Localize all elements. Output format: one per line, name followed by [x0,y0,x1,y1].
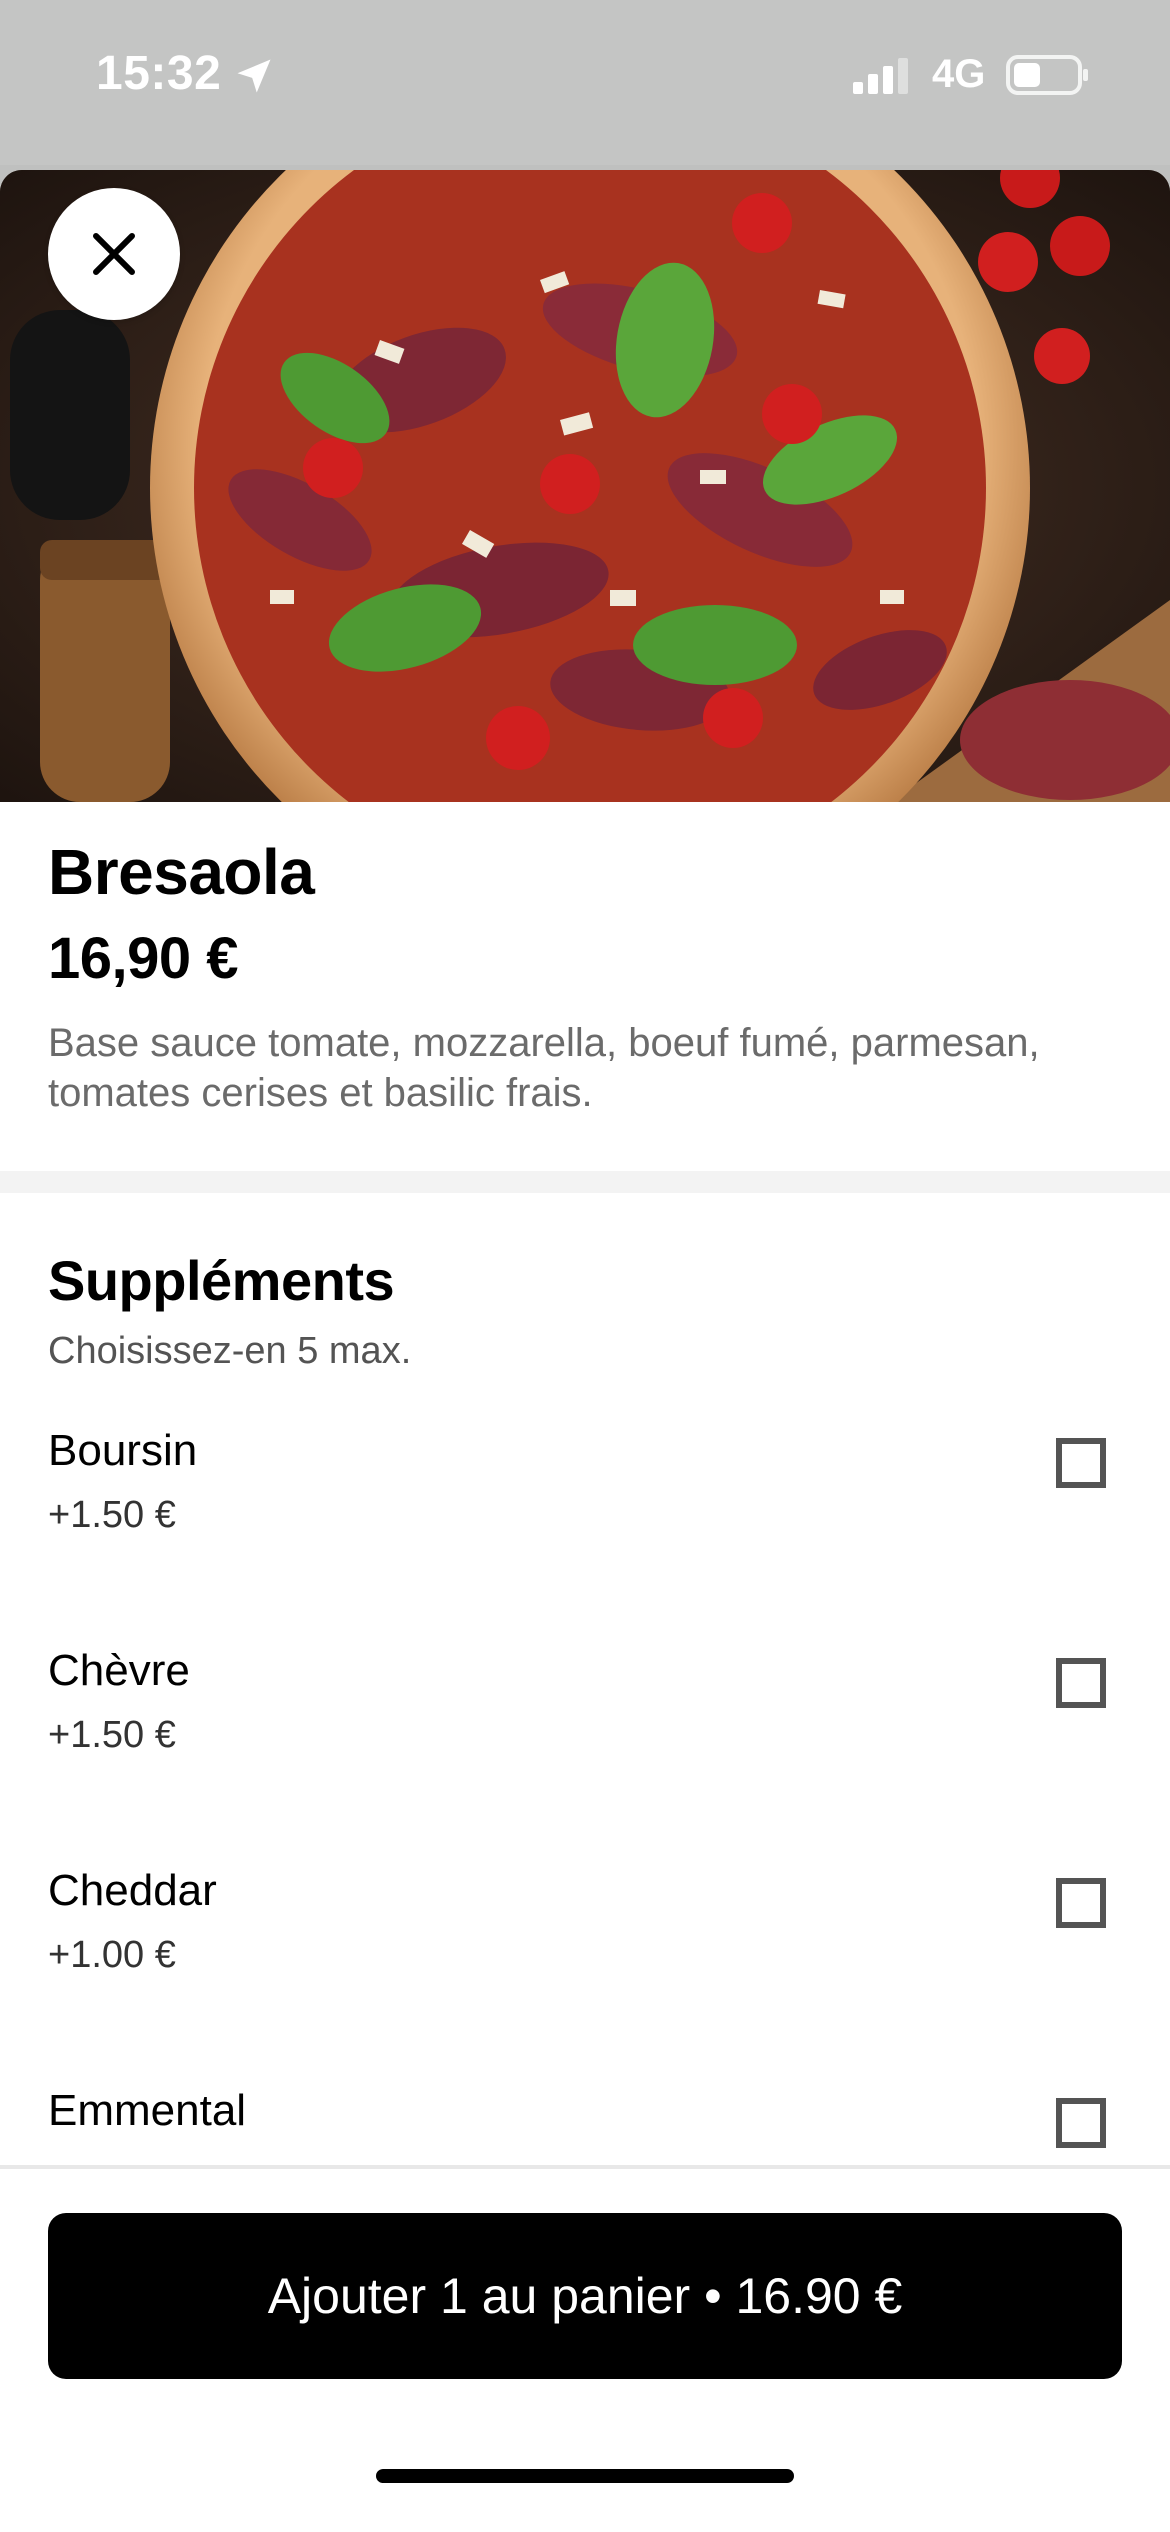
option-boursin[interactable]: Boursin +1.50 € [0,1426,1170,1626]
battery-icon [1006,55,1088,95]
item-detail-sheet: Bresaola 16,90 € Base sauce tomate, mozz… [0,170,1170,2532]
signal-icon [853,58,908,94]
section-title-supplements: Suppléments [48,1249,395,1312]
home-indicator [376,2469,794,2483]
option-checkbox[interactable] [1056,1658,1106,1708]
close-button[interactable] [48,188,180,320]
option-name: Cheddar [48,1866,217,1915]
item-price: 16,90 € [48,926,239,991]
option-chevre[interactable]: Chèvre +1.50 € [0,1646,1170,1846]
option-checkbox[interactable] [1056,2098,1106,2148]
item-title: Bresaola [48,836,315,908]
option-price: +1.50 € [48,1494,176,1536]
section-divider [0,1171,1170,1193]
item-description: Base sauce tomate, mozzarella, boeuf fum… [48,1021,1040,1115]
option-checkbox[interactable] [1056,1878,1106,1928]
option-price: +1.50 € [48,1714,176,1756]
option-checkbox[interactable] [1056,1438,1106,1488]
item-image [0,170,1170,802]
section-subtitle: Choisissez-en 5 max. [48,1330,412,1372]
add-to-cart-button[interactable]: Ajouter 1 au panier • 16.90 € [48,2213,1122,2379]
close-icon [93,233,135,275]
option-cheddar[interactable]: Cheddar +1.00 € [0,1866,1170,2066]
option-name: Boursin [48,1426,198,1475]
option-price: +1.00 € [48,1934,176,1976]
option-name: Chèvre [48,1646,190,1695]
footer-bar: Ajouter 1 au panier • 16.90 € [0,2165,1170,2532]
location-arrow-icon [237,59,271,93]
status-bar: 15:32 4G [0,0,1170,165]
network-type: 4G [932,52,986,96]
option-name: Emmental [48,2086,247,2135]
status-time: 15:32 [96,47,222,100]
